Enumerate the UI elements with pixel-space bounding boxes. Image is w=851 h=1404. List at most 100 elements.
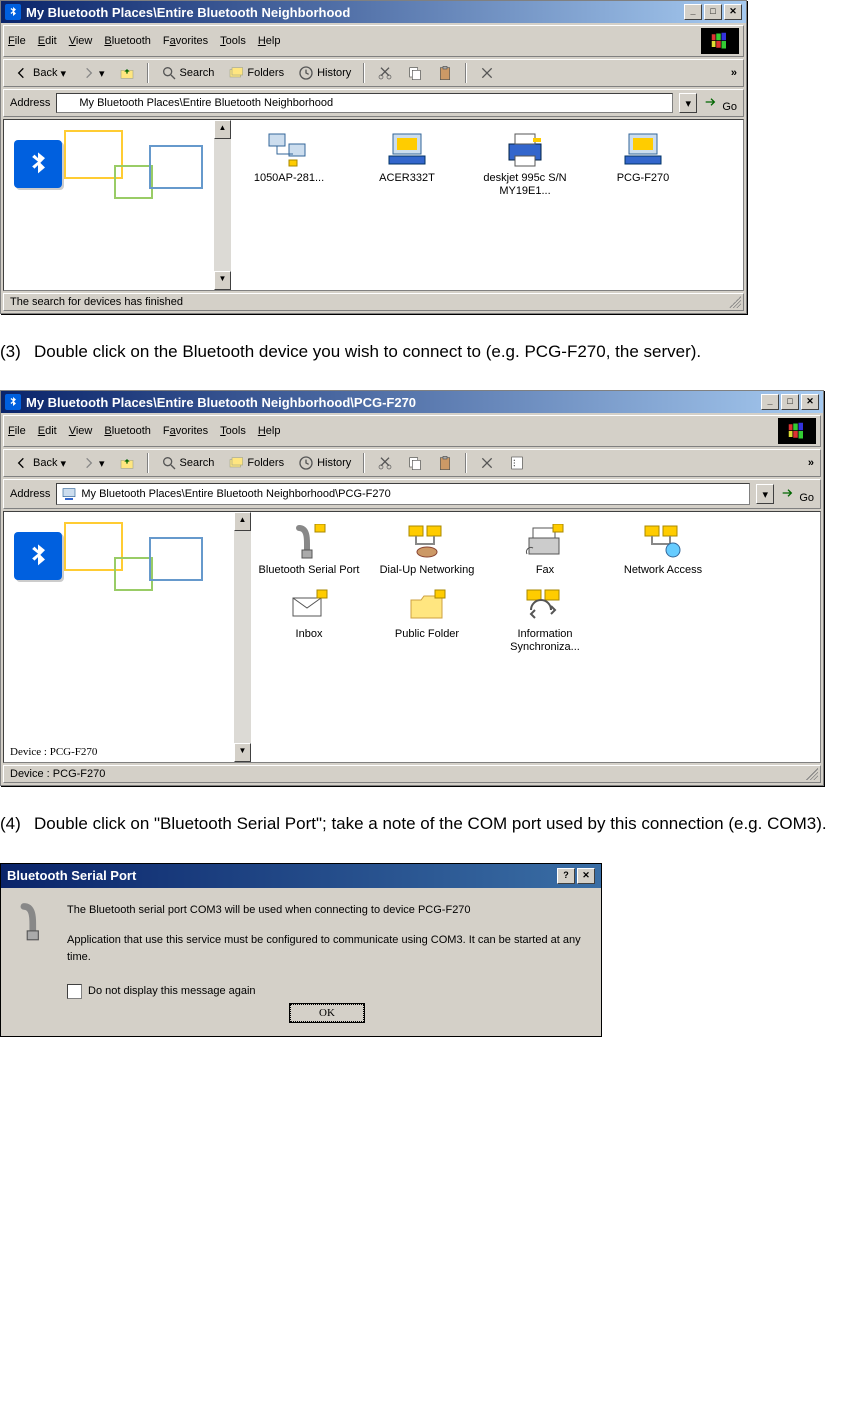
service-item[interactable]: Network Access: [611, 522, 715, 577]
menu-tools[interactable]: Tools: [220, 35, 246, 47]
close-button[interactable]: ✕: [801, 394, 819, 410]
service-label: Fax: [493, 564, 597, 577]
serial-port-dialog: Bluetooth Serial Port ? ✕ The Bluetooth …: [0, 863, 602, 1037]
copy-button[interactable]: [403, 453, 427, 473]
service-item[interactable]: Bluetooth Serial Port: [257, 522, 361, 577]
cut-button[interactable]: [373, 63, 397, 83]
forward-arrow-icon: [80, 455, 96, 471]
service-item[interactable]: Public Folder: [375, 586, 479, 654]
menu-bluetooth[interactable]: Bluetooth: [104, 425, 151, 437]
service-item[interactable]: Information Synchroniza...: [493, 586, 597, 654]
step-text: Double click on the Bluetooth device you…: [34, 339, 851, 365]
help-button[interactable]: ?: [557, 868, 575, 884]
titlebar[interactable]: My Bluetooth Places\Entire Bluetooth Nei…: [1, 391, 823, 413]
service-item[interactable]: Fax: [493, 522, 597, 577]
address-dropdown[interactable]: ▾: [756, 484, 774, 504]
history-button[interactable]: History: [294, 453, 355, 473]
device-label: PCG-F270: [591, 172, 695, 185]
service-item[interactable]: Inbox: [257, 586, 361, 654]
device-item[interactable]: PCG-F270: [591, 130, 695, 198]
folders-button[interactable]: Folders: [224, 453, 288, 473]
minimize-button[interactable]: _: [761, 394, 779, 410]
toolbar: Back ▾ ▾ Search Folders History »: [3, 449, 821, 477]
delete-button[interactable]: [475, 453, 499, 473]
address-dropdown[interactable]: ▾: [679, 93, 697, 113]
menu-view[interactable]: View: [69, 35, 93, 47]
paste-button[interactable]: [433, 453, 457, 473]
checkbox-label: Do not display this message again: [88, 983, 256, 1000]
menu-file[interactable]: File: [8, 35, 26, 47]
maximize-button[interactable]: □: [704, 4, 722, 20]
close-button[interactable]: ✕: [724, 4, 742, 20]
go-button[interactable]: Go: [780, 485, 814, 504]
bluetooth-icon: [61, 96, 75, 110]
service-label: Public Folder: [375, 628, 479, 641]
device-item[interactable]: ACER332T: [355, 130, 459, 198]
back-button[interactable]: Back ▾: [10, 453, 70, 473]
folders-button[interactable]: Folders: [224, 63, 288, 83]
properties-button[interactable]: [505, 453, 529, 473]
scroll-down-button[interactable]: ▼: [214, 271, 231, 290]
menu-edit[interactable]: Edit: [38, 35, 57, 47]
scroll-track[interactable]: [214, 139, 231, 271]
back-label: Back: [33, 67, 57, 79]
windows-logo-icon: [778, 418, 816, 444]
copy-button[interactable]: [403, 63, 427, 83]
close-button[interactable]: ✕: [577, 868, 595, 884]
forward-button[interactable]: ▾: [76, 453, 109, 473]
maximize-button[interactable]: □: [781, 394, 799, 410]
scroll-up-button[interactable]: ▲: [234, 512, 251, 531]
checkbox[interactable]: [67, 984, 82, 999]
search-button[interactable]: Search: [157, 453, 219, 473]
paste-button[interactable]: [433, 63, 457, 83]
back-arrow-icon: [14, 65, 30, 81]
service-item[interactable]: Dial-Up Networking: [375, 522, 479, 577]
device-item[interactable]: deskjet 995c S/N MY19E1...: [473, 130, 577, 198]
menu-help[interactable]: Help: [258, 425, 281, 437]
scrollbar[interactable]: ▲ ▼: [234, 512, 251, 762]
scroll-track[interactable]: [234, 531, 251, 743]
chevron-right-icon[interactable]: »: [808, 457, 814, 469]
copy-icon: [407, 65, 423, 81]
menu-favorites[interactable]: Favorites: [163, 35, 208, 47]
status-text: The search for devices has finished: [10, 296, 183, 308]
minimize-button[interactable]: _: [684, 4, 702, 20]
chevron-right-icon[interactable]: »: [731, 67, 737, 79]
history-label: History: [317, 67, 351, 79]
dialog-titlebar[interactable]: Bluetooth Serial Port ? ✕: [1, 864, 601, 888]
cut-button[interactable]: [373, 453, 397, 473]
history-button[interactable]: History: [294, 63, 355, 83]
folders-label: Folders: [247, 67, 284, 79]
history-icon: [298, 455, 314, 471]
titlebar[interactable]: My Bluetooth Places\Entire Bluetooth Nei…: [1, 1, 746, 23]
forward-button[interactable]: ▾: [76, 63, 109, 83]
scroll-up-button[interactable]: ▲: [214, 120, 231, 139]
cut-icon: [377, 65, 393, 81]
paste-icon: [437, 65, 453, 81]
fax-icon: [493, 522, 597, 562]
menu-edit[interactable]: Edit: [38, 425, 57, 437]
delete-button[interactable]: [475, 63, 499, 83]
menu-view[interactable]: View: [69, 425, 93, 437]
computer-icon: [355, 130, 459, 170]
menu-help[interactable]: Help: [258, 35, 281, 47]
dropdown-icon: ▾: [99, 67, 105, 80]
address-field[interactable]: My Bluetooth Places\Entire Bluetooth Nei…: [56, 483, 750, 505]
menu-bluetooth[interactable]: Bluetooth: [104, 35, 151, 47]
scroll-down-button[interactable]: ▼: [234, 743, 251, 762]
delete-icon: [479, 455, 495, 471]
service-label: Inbox: [257, 628, 361, 641]
device-item[interactable]: 1050AP-281...: [237, 130, 341, 198]
search-button[interactable]: Search: [157, 63, 219, 83]
back-button[interactable]: Back ▾: [10, 63, 70, 83]
menu-tools[interactable]: Tools: [220, 425, 246, 437]
menu-file[interactable]: File: [8, 425, 26, 437]
forward-arrow-icon: [80, 65, 96, 81]
scrollbar[interactable]: ▲ ▼: [214, 120, 231, 290]
up-button[interactable]: [115, 63, 139, 83]
address-field[interactable]: My Bluetooth Places\Entire Bluetooth Nei…: [56, 93, 673, 113]
menu-favorites[interactable]: Favorites: [163, 425, 208, 437]
up-button[interactable]: [115, 453, 139, 473]
go-button[interactable]: Go: [703, 94, 737, 113]
ok-button[interactable]: OK: [290, 1004, 364, 1022]
